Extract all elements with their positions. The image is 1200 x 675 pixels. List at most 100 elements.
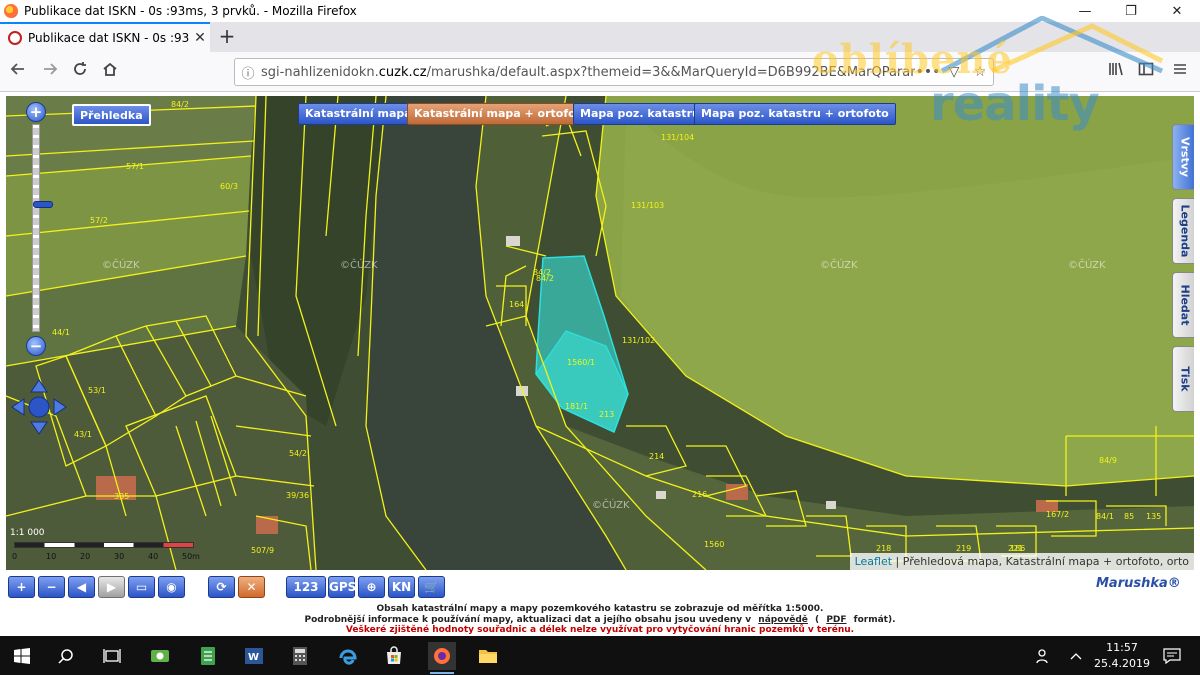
window-title-bar: Publikace dat ISKN - 0s :93ms, 3 prvků. … (0, 0, 1200, 22)
people-icon[interactable] (1030, 642, 1058, 670)
close-window-button[interactable]: ✕ (1154, 0, 1200, 22)
parcel-label: 135 (1146, 512, 1162, 521)
map-viewport[interactable]: 84/2 57/1 60/3 57/2 44/1 53/1 43/1 335 54/2 39/36… (6, 96, 1194, 570)
parcel-label: 1560 (704, 540, 725, 549)
parcel-label: 131/102 (622, 336, 656, 345)
toolbar-measure-button[interactable]: 123 (286, 576, 326, 598)
search-icon[interactable] (52, 642, 80, 670)
zoom-out-button[interactable]: − (26, 336, 46, 356)
side-tab-layers[interactable]: Vrstvy (1172, 124, 1194, 190)
scale-tick-label: 10 (46, 552, 57, 561)
pdf-link[interactable]: PDF (826, 615, 846, 625)
home-button[interactable] (98, 60, 122, 84)
parcel-label: 186 (1010, 544, 1026, 553)
system-clock[interactable]: 11:57 25.4.2019 (1092, 640, 1152, 672)
forward-button[interactable] (38, 60, 62, 84)
scale-tick-label: 20 (80, 552, 91, 561)
pan-right-icon[interactable] (53, 398, 67, 416)
reload-button[interactable] (68, 60, 92, 84)
toolbar-zoom-out-button[interactable]: − (38, 576, 65, 598)
svg-text:W: W (248, 652, 259, 663)
url-bar[interactable]: ⓘ sgi-nahlizenidokn.cuzk.cz/marushka/def… (234, 58, 994, 86)
leaflet-link[interactable]: Leaflet (855, 555, 892, 568)
forward-arrow-icon (44, 63, 58, 75)
new-tab-button[interactable]: + (214, 24, 240, 50)
parcel-label: 53/1 (88, 386, 106, 395)
toolbar-refresh-button[interactable]: ⟳ (208, 576, 235, 598)
parcel-label: 84/2 (171, 100, 189, 109)
menu-button[interactable] (1168, 60, 1192, 84)
scale-tick-label: 0 (12, 552, 18, 561)
clock-date: 25.4.2019 (1094, 657, 1150, 670)
pan-down-icon[interactable] (30, 421, 48, 435)
notifications-icon[interactable] (1158, 642, 1186, 670)
file-explorer-icon[interactable] (474, 642, 502, 670)
library-button[interactable] (1104, 60, 1128, 84)
parcel-label: 131/103 (631, 201, 665, 210)
pan-control[interactable] (10, 378, 68, 436)
minimize-button[interactable]: — (1062, 0, 1108, 22)
app-green-icon[interactable] (146, 642, 174, 670)
pan-center-icon[interactable] (28, 396, 50, 418)
browser-tab[interactable]: Publikace dat ISKN - 0s :93ms, ✕ (0, 22, 210, 52)
side-tab-print[interactable]: Tisk (1172, 346, 1194, 412)
edge-icon[interactable] (334, 642, 362, 670)
pocket-icon[interactable]: ▽ (941, 64, 967, 80)
notes-app-icon[interactable] (194, 642, 222, 670)
parcel-label: 1560/1 (567, 358, 596, 367)
firefox-taskbar-icon[interactable] (428, 642, 456, 674)
cuzk-watermark: ©ČÚZK (592, 500, 630, 511)
toolbar-kn-button[interactable]: KN (388, 576, 415, 598)
parcel-label: 57/1 (126, 162, 144, 171)
tab-close-button[interactable]: ✕ (190, 30, 210, 46)
chevron-up-icon[interactable] (1062, 642, 1090, 670)
toolbar-full-extent-button[interactable]: ◉ (158, 576, 185, 598)
help-link[interactable]: nápovědě (758, 615, 808, 625)
parcel-label: 507/9 (251, 546, 275, 555)
toolbar-gps-button[interactable]: GPS (328, 576, 356, 598)
toolbar-previous-view-button[interactable]: ◀ (68, 576, 95, 598)
word-icon[interactable]: W (240, 642, 268, 670)
layer-tab-cadastral-map[interactable]: Katastrální mapa (298, 103, 419, 125)
scale-tick-label: 30 (114, 552, 125, 561)
layer-tab-land-cadastre[interactable]: Mapa poz. katastru (573, 103, 707, 125)
toolbar-clear-button[interactable]: ✕ (238, 576, 265, 598)
map-attribution: Leaflet | Přehledová mapa, Katastrální m… (849, 553, 1194, 570)
parcel-label: 44/1 (52, 328, 70, 337)
sidebar-button[interactable] (1134, 60, 1158, 84)
page-actions-icon[interactable]: ••• (915, 64, 941, 80)
cuzk-watermark: ©ČÚZK (340, 260, 378, 271)
orthophoto-map[interactable] (6, 96, 1194, 570)
store-icon[interactable] (380, 642, 408, 670)
url-text[interactable]: sgi-nahlizenidokn.cuzk.cz/marushka/defau… (261, 65, 915, 80)
site-info-icon[interactable]: ⓘ (235, 63, 261, 82)
toolbar-zoom-rectangle-button[interactable]: ▭ (128, 576, 155, 598)
overview-map-button[interactable]: Přehledka (72, 104, 151, 126)
parcel-label: 85 (1124, 512, 1135, 521)
pan-up-icon[interactable] (30, 379, 48, 393)
scale-ticks: 0 10 20 30 40 50m (10, 552, 200, 564)
zoom-control[interactable]: + − (26, 102, 53, 362)
zoom-in-button[interactable]: + (26, 102, 46, 122)
task-view-icon[interactable] (98, 642, 126, 670)
parcel-label: 57/2 (90, 216, 108, 225)
side-tab-search[interactable]: Hledat (1172, 272, 1194, 338)
layer-tab-cadastral-ortho[interactable]: Katastrální mapa + ortofoto (407, 103, 596, 125)
bookmark-star-icon[interactable]: ☆ (967, 64, 993, 80)
toolbar-zoom-in-button[interactable]: + (8, 576, 35, 598)
pan-left-icon[interactable] (11, 398, 25, 416)
windows-start-icon[interactable] (8, 642, 36, 670)
toolbar-next-view-button[interactable]: ▶ (98, 576, 125, 598)
back-button[interactable] (6, 60, 30, 84)
side-tab-legend[interactable]: Legenda (1172, 198, 1194, 264)
parcel-label: 216 (692, 490, 708, 499)
toolbar-cart-button[interactable]: 🛒 (418, 576, 445, 598)
zoom-slider-handle[interactable] (33, 201, 53, 208)
info-line-1: Obsah katastrální mapy a mapy pozemkovéh… (376, 604, 824, 614)
parcel-label: 84/1 (1096, 512, 1114, 521)
zoom-slider-track[interactable] (32, 124, 53, 332)
toolbar-locate-button[interactable]: ⊕ (358, 576, 385, 598)
layer-tab-land-cadastre-ortho[interactable]: Mapa poz. katastru + ortofoto (694, 103, 896, 125)
maximize-button[interactable]: ❐ (1108, 0, 1154, 22)
calculator-icon[interactable] (286, 642, 314, 670)
